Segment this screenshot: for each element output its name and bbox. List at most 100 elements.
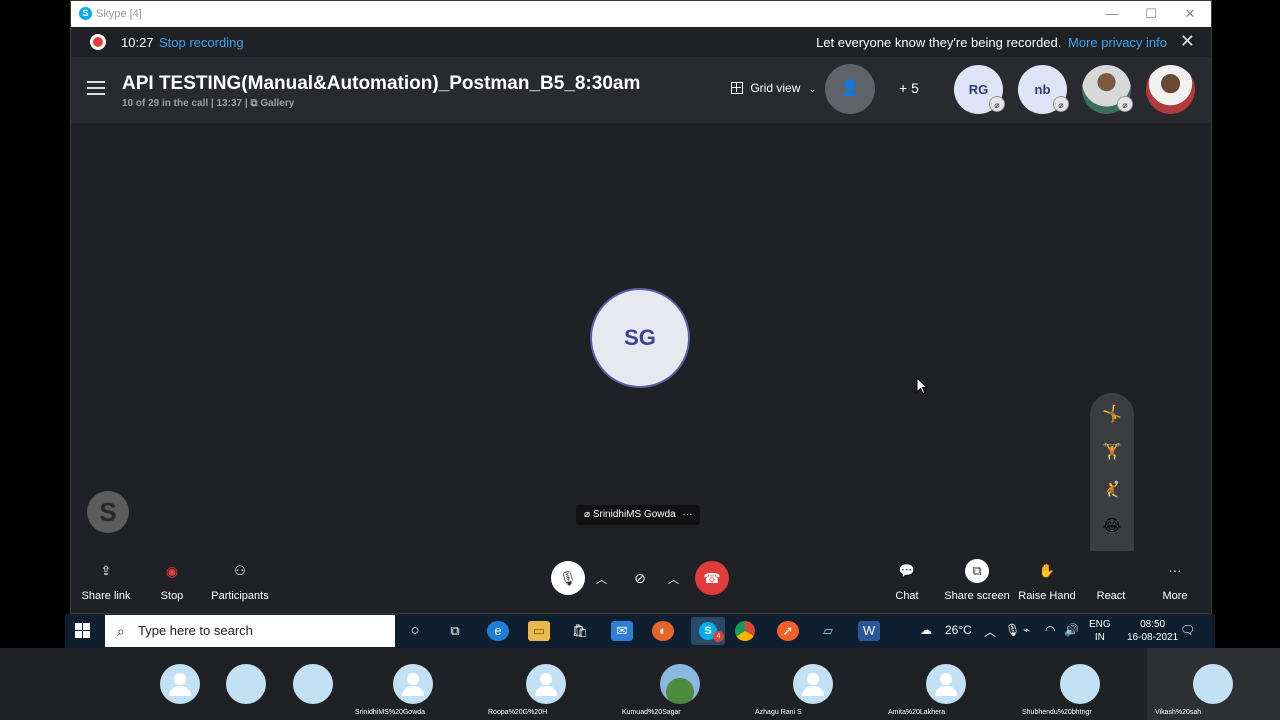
record-icon xyxy=(90,34,106,50)
muted-mic-icon: ⌀ xyxy=(1117,96,1133,112)
input-language[interactable]: ENG IN xyxy=(1089,618,1111,644)
call-subtitle: 10 of 29 in the call | 13:37 | ⧉ Gallery xyxy=(122,98,294,109)
notepad-icon[interactable]: ▱ xyxy=(817,621,839,641)
store-icon[interactable]: 🛍 xyxy=(569,621,591,641)
call-header: API TESTING(Manual&Automation)_Postman_B… xyxy=(71,57,1211,123)
header-avatar-nb[interactable]: nb ⌀ xyxy=(1018,65,1069,114)
notifications-icon[interactable]: 🗨 xyxy=(1180,623,1195,637)
speaker-avatar[interactable]: SG xyxy=(590,288,690,388)
header-avatar-photo-1[interactable]: ⌀ xyxy=(1082,65,1133,114)
video-stage: SG ⌀ SrinidhiMS Gowda ··· S xyxy=(71,123,1211,551)
recording-bar: 10:27 Stop recording Let everyone know t… xyxy=(71,27,1211,57)
strip-participant-name: SrinidhiMS%20Gowda xyxy=(355,709,426,716)
end-call-button[interactable]: ☎ xyxy=(695,561,729,595)
hand-icon: ✋ xyxy=(1038,563,1056,578)
record-stop-icon: ◉ xyxy=(165,563,179,579)
share-screen-button[interactable]: ⧉ Share screen xyxy=(942,559,1012,602)
tray-mic-icon[interactable]: 🎙 xyxy=(1005,623,1020,637)
share-screen-icon: ⧉ xyxy=(942,559,1012,583)
strip-participant-name: Vikash%20sah xyxy=(1155,709,1202,716)
grid-icon xyxy=(731,82,743,94)
more-button[interactable]: ··· More xyxy=(1140,563,1210,602)
maximize-icon[interactable]: ☐ xyxy=(1136,5,1166,23)
skype-logo-icon: S xyxy=(79,7,92,20)
laugh-emoji-icon[interactable]: 😂 xyxy=(1100,515,1124,539)
windows-start-icon[interactable] xyxy=(75,623,91,639)
participant-strip: SrinidhiMS%20Gowda Roopa%20G%20H Kumuad%… xyxy=(0,648,1280,720)
header-avatar-photo-2[interactable] xyxy=(1146,65,1195,114)
window-title: Skype [4] xyxy=(96,8,142,20)
strong-emoji-icon[interactable]: 🏋 xyxy=(1100,441,1124,465)
mouse-cursor-icon xyxy=(916,377,928,395)
file-explorer-icon[interactable]: ▭ xyxy=(528,621,550,641)
chat-button[interactable]: 💬 Chat xyxy=(872,563,942,602)
strip-participant-photo[interactable] xyxy=(293,664,333,704)
camera-button[interactable]: ⊘ xyxy=(623,561,657,595)
wifi-icon[interactable]: ◠ xyxy=(1045,623,1055,637)
microphone-icon: 🎙 xyxy=(559,570,577,586)
stop-recording-link[interactable]: Stop recording xyxy=(159,35,244,50)
camera-off-icon: ⊘ xyxy=(634,570,646,586)
recording-notice-text: Let everyone know they're being recorded… xyxy=(816,35,1062,50)
weather-temp[interactable]: 26°C xyxy=(945,623,972,637)
participants-button[interactable]: ⚇ Participants xyxy=(205,563,275,602)
more-dots-icon: ··· xyxy=(1168,563,1182,578)
chat-icon: 💬 xyxy=(898,563,916,578)
firefox-icon[interactable]: ◐ xyxy=(652,621,674,641)
stop-recording-button[interactable]: ◉ Stop xyxy=(137,563,207,602)
search-icon: ⌕ xyxy=(117,623,125,639)
mail-icon[interactable]: ✉ xyxy=(611,621,633,641)
privacy-info-link[interactable]: More privacy info xyxy=(1068,35,1167,50)
chrome-icon[interactable] xyxy=(735,621,755,641)
taskbar-clock[interactable]: 08:50 16-08-2021 xyxy=(1127,618,1178,644)
mic-options-chevron-icon[interactable]: ︿ xyxy=(596,571,607,587)
strip-participant-photo[interactable] xyxy=(1060,664,1100,704)
kick-emoji-icon[interactable]: 🤾 xyxy=(1100,479,1124,503)
add-participant-button[interactable]: 👤 xyxy=(825,64,875,114)
more-options-icon[interactable]: ··· xyxy=(682,509,692,520)
dance-emoji-icon[interactable]: 🤸 xyxy=(1100,403,1124,427)
speaker-name: SrinidhiMS Gowda xyxy=(592,509,676,520)
cortana-icon[interactable]: ○ xyxy=(404,621,426,641)
strip-participant-name: Kumuad%20Sagar xyxy=(622,709,681,716)
word-icon[interactable]: W xyxy=(858,621,880,641)
mic-button[interactable]: 🎙 xyxy=(551,561,585,595)
gallery-icon: ⧉ xyxy=(250,98,258,109)
taskbar-search-box[interactable]: ⌕ Type here to search xyxy=(105,615,395,647)
call-controls: ⇪ Share link ◉ Stop ⚇ Participants 🎙 ︿ ⊘… xyxy=(71,551,1211,613)
share-link-button[interactable]: ⇪ Share link xyxy=(71,563,141,602)
grid-view-dropdown[interactable]: Grid view ⌄ xyxy=(731,81,816,95)
close-notice-icon[interactable]: ✕ xyxy=(1180,31,1195,52)
header-avatar-rg[interactable]: RG ⌀ xyxy=(954,65,1005,114)
close-icon[interactable]: ✕ xyxy=(1175,5,1205,23)
view-mode-label: Gallery xyxy=(260,98,295,109)
strip-participant-avatar[interactable] xyxy=(526,664,566,704)
strip-participant-name: Shubhendu%20bhtngr xyxy=(1022,709,1092,716)
skype-window: S Skype [4] — ☐ ✕ 10:27 Stop recording L… xyxy=(70,0,1212,614)
strip-participant-avatar[interactable] xyxy=(926,664,966,704)
edge-browser-icon[interactable]: e xyxy=(487,621,509,641)
more-participants-count[interactable]: + 5 xyxy=(899,80,919,96)
camera-options-chevron-icon[interactable]: ︿ xyxy=(668,571,679,587)
tray-network-adapter-icon[interactable]: ⌁ xyxy=(1023,623,1030,637)
strip-participant-photo[interactable] xyxy=(660,664,700,704)
add-person-icon: 👤 xyxy=(840,80,860,97)
minimize-icon[interactable]: — xyxy=(1097,5,1127,23)
speaker-name-chip[interactable]: ⌀ SrinidhiMS Gowda ··· xyxy=(576,505,701,525)
strip-participant-photo[interactable] xyxy=(1193,664,1233,704)
weather-icon[interactable]: ☁ xyxy=(920,623,932,637)
raise-hand-button[interactable]: ✋ Raise Hand xyxy=(1012,563,1082,602)
strip-participant-avatar[interactable] xyxy=(793,664,833,704)
react-button[interactable]: React xyxy=(1076,563,1146,602)
strip-participant-avatar[interactable] xyxy=(160,664,200,704)
task-view-icon[interactable]: ⧉ xyxy=(444,621,466,641)
skype-taskbar-icon[interactable]: S 4 xyxy=(691,617,725,645)
menu-icon[interactable] xyxy=(87,81,105,95)
muted-mic-icon: ⌀ xyxy=(989,96,1005,112)
volume-icon[interactable]: 🔊 xyxy=(1064,623,1079,637)
strip-participant-avatar[interactable] xyxy=(393,664,433,704)
postman-icon[interactable]: ➚ xyxy=(777,621,799,641)
recording-time: 10:27 xyxy=(121,35,154,50)
strip-participant-photo[interactable] xyxy=(226,664,266,704)
tray-expand-icon[interactable]: ︿ xyxy=(984,623,996,640)
